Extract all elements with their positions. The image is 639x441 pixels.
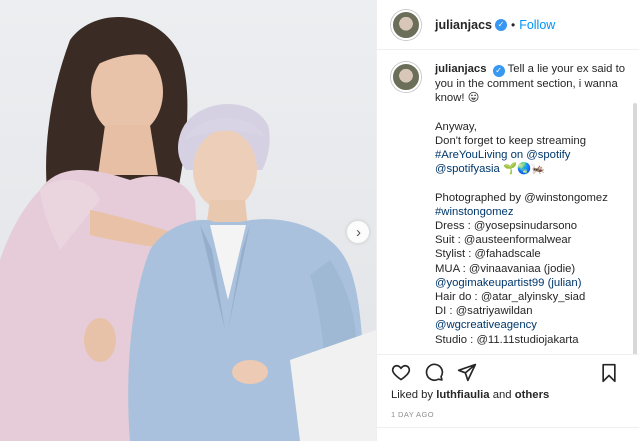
instagram-post: › julianjacs ✓ • Follow julianjacs ✓ Tel… bbox=[0, 0, 639, 441]
caption-line: DI : @satriyawildan bbox=[435, 305, 533, 318]
post-timestamp[interactable]: 1 DAY AGO bbox=[377, 405, 639, 427]
caption-mention-line[interactable]: @yogimakeupartist99 (julian) bbox=[435, 276, 631, 290]
comment-button[interactable] bbox=[423, 361, 445, 383]
author-avatar[interactable] bbox=[391, 9, 421, 40]
share-icon bbox=[457, 363, 477, 382]
post-header: julianjacs ✓ • Follow bbox=[377, 0, 639, 50]
caption-line: Don't forget to keep streaming bbox=[435, 134, 586, 147]
caption-hashtag-line[interactable]: #AreYouLiving on @spotify bbox=[435, 148, 631, 162]
likes-summary: Liked by luthfiaulia and others bbox=[377, 389, 639, 405]
caption-line: Photographed by @winstongomez bbox=[435, 191, 608, 204]
caption-mention-line[interactable]: @wgcreativeagency bbox=[435, 318, 631, 332]
bookmark-icon bbox=[602, 363, 616, 383]
post-photo[interactable]: › bbox=[0, 0, 376, 441]
comments-area[interactable]: julianjacs ✓ Tell a lie your ex said to … bbox=[377, 50, 639, 354]
caption-username[interactable]: julianjacs bbox=[435, 63, 487, 75]
verified-badge-icon: ✓ bbox=[492, 65, 505, 77]
comment-icon bbox=[425, 363, 444, 382]
caption-line: Dress : @yosepsinudarsono bbox=[435, 220, 578, 232]
caption-mention-line[interactable]: @spotifyasia 🌱🌏🦗 bbox=[435, 162, 631, 176]
post-caption: julianjacs ✓ Tell a lie your ex said to … bbox=[435, 62, 631, 347]
next-photo-button[interactable]: › bbox=[347, 221, 369, 243]
caption-line: MUA : @vinaavaniaa (jodie) bbox=[435, 262, 576, 275]
liked-by-user[interactable]: luthfiaulia bbox=[436, 389, 489, 401]
caption-hashtag-line[interactable]: #winstongomez bbox=[435, 205, 631, 219]
caption-line: Suit : @austeenformalwear bbox=[435, 234, 572, 247]
verified-badge-icon: ✓ bbox=[494, 18, 507, 31]
action-bar bbox=[377, 354, 639, 389]
comments-scrollbar[interactable] bbox=[633, 103, 637, 354]
chevron-right-icon: › bbox=[356, 223, 361, 241]
caption-line: Hair do : @atar_alyinsky_siad bbox=[435, 291, 586, 304]
caption-row: julianjacs ✓ Tell a lie your ex said to … bbox=[391, 62, 631, 347]
save-button[interactable] bbox=[598, 362, 620, 384]
add-comment-bar[interactable] bbox=[377, 427, 639, 441]
photo-illustration bbox=[0, 17, 376, 441]
share-button[interactable] bbox=[456, 361, 478, 383]
like-button[interactable] bbox=[390, 361, 412, 383]
caption-line: Anyway, bbox=[435, 120, 477, 133]
heart-icon bbox=[391, 364, 411, 381]
caption-line: Stylist : @fahadscale bbox=[435, 248, 541, 261]
likes-others-link[interactable]: others bbox=[515, 389, 550, 401]
post-side-panel: julianjacs ✓ • Follow julianjacs ✓ Tell … bbox=[376, 0, 639, 441]
likes-and: and bbox=[492, 389, 512, 401]
likes-prefix: Liked by bbox=[391, 389, 434, 401]
caption-line: Studio : @11.11studiojakarta bbox=[435, 333, 579, 346]
header-separator: • bbox=[510, 17, 516, 32]
follow-button[interactable]: Follow bbox=[519, 18, 555, 32]
author-username[interactable]: julianjacs bbox=[435, 18, 492, 32]
caption-avatar[interactable] bbox=[391, 62, 421, 92]
